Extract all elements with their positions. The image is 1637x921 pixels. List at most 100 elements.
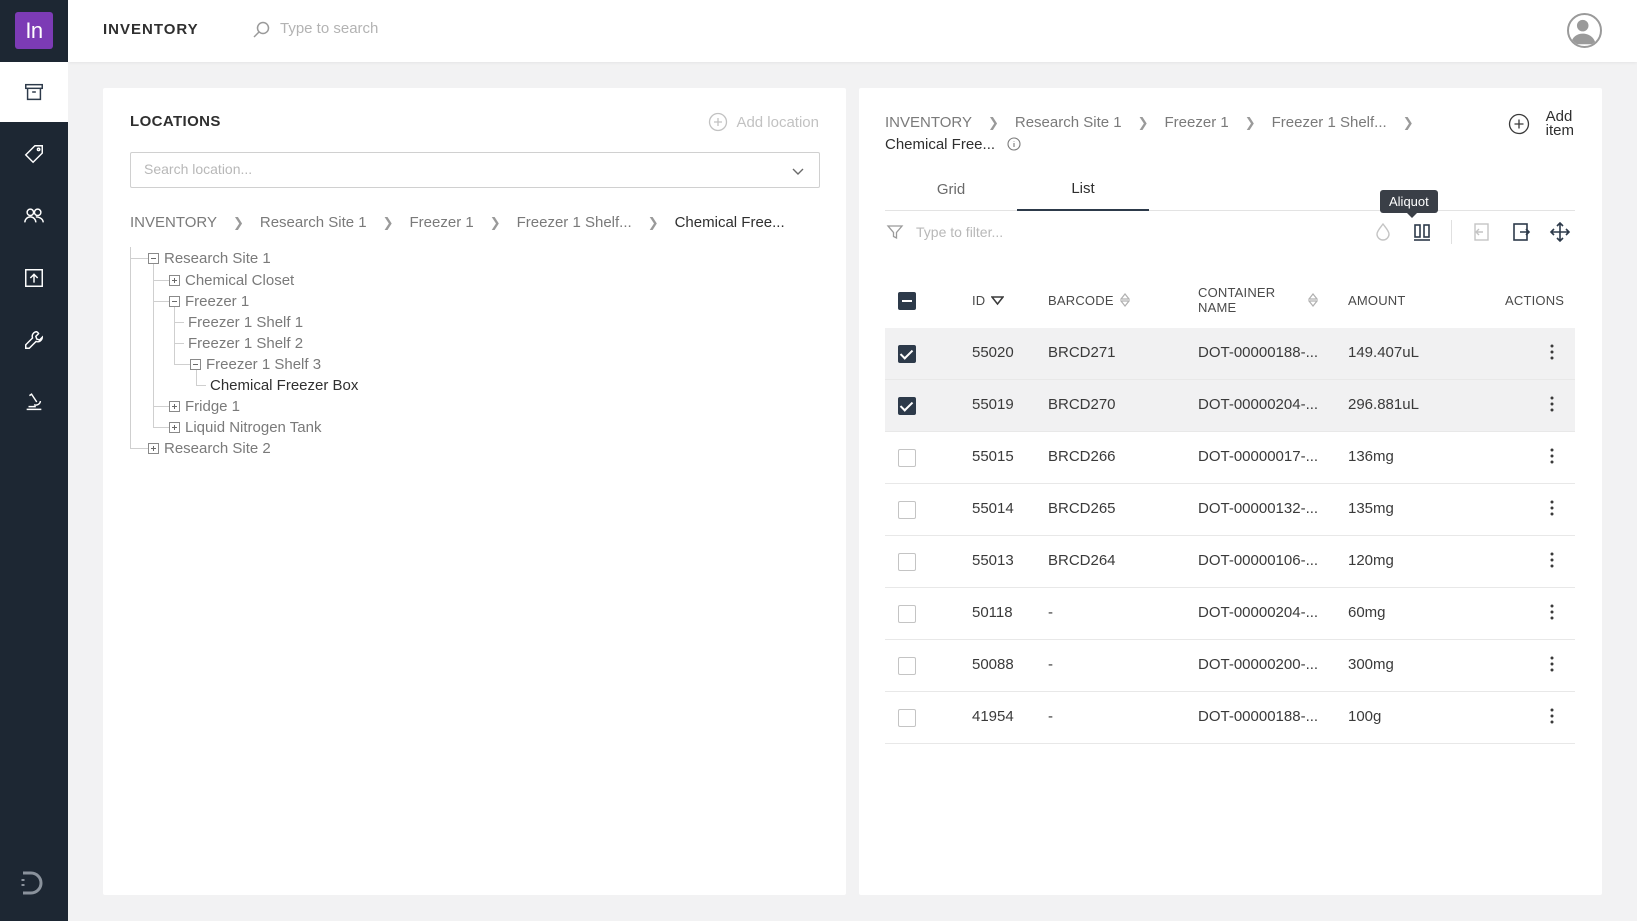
check-in-icon[interactable] — [1470, 221, 1492, 243]
cell-id: 50118 — [972, 604, 1013, 621]
app-logo[interactable]: In — [15, 12, 53, 49]
plus-circle-icon — [709, 112, 728, 132]
tree-node-selected[interactable]: Chemical Freezer Box — [210, 374, 358, 396]
row-checkbox[interactable] — [898, 449, 916, 467]
add-location-label: Add location — [736, 113, 819, 131]
column-barcode-label: BARCODE — [1048, 292, 1114, 308]
more-vertical-icon[interactable] — [1549, 654, 1555, 674]
cell-id: 55014 — [972, 500, 1014, 517]
sort-icon[interactable] — [1308, 293, 1318, 307]
rail-item-lab[interactable] — [0, 372, 68, 432]
column-id[interactable]: ID — [972, 272, 1005, 328]
user-icon — [1570, 19, 1596, 45]
expand-icon[interactable] — [148, 442, 159, 454]
table-row[interactable]: 55020 BRCD271 DOT-00000188-... 149.407uL — [885, 328, 1575, 380]
location-search[interactable] — [130, 152, 820, 188]
select-all-checkbox[interactable] — [898, 292, 916, 310]
breadcrumb-separator-icon: ❯ — [1402, 115, 1414, 130]
breadcrumb-item[interactable]: INVENTORY — [130, 214, 217, 231]
cell-amount: 296.881uL — [1348, 396, 1419, 413]
aliquot-icon[interactable] — [1411, 221, 1433, 243]
breadcrumb-item[interactable]: Freezer 1 Shelf... — [1272, 114, 1387, 131]
breadcrumb-item[interactable]: Research Site 1 — [260, 214, 367, 231]
collapse-icon[interactable] — [169, 295, 180, 307]
row-checkbox[interactable] — [898, 345, 916, 363]
breadcrumb-item[interactable]: Freezer 1 Shelf... — [517, 214, 632, 231]
tree-node[interactable]: Freezer 1 Shelf 2 — [188, 332, 303, 354]
row-checkbox[interactable] — [898, 501, 916, 519]
add-item-label-line2: item — [1545, 122, 1574, 139]
sort-desc-icon[interactable] — [991, 293, 1005, 307]
move-icon[interactable] — [1549, 221, 1571, 243]
column-id-label: ID — [972, 292, 986, 308]
more-vertical-icon[interactable] — [1549, 342, 1555, 362]
more-vertical-icon[interactable] — [1549, 498, 1555, 518]
cell-barcode: BRCD264 — [1048, 552, 1116, 569]
column-container-name[interactable]: CONTAINER NAME — [1198, 272, 1275, 328]
tree-node[interactable]: Freezer 1 Shelf 1 — [188, 311, 303, 333]
app-title: INVENTORY — [103, 21, 199, 38]
table-row[interactable]: 55015 BRCD266 DOT-00000017-... 136mg — [885, 432, 1575, 484]
tree-node[interactable]: Research Site 1 — [148, 247, 271, 269]
tree-node[interactable]: Freezer 1 Shelf 3 — [190, 353, 321, 375]
global-search-input[interactable] — [280, 20, 580, 37]
rail-item-upload[interactable] — [0, 248, 68, 308]
table-row[interactable]: 50118 - DOT-00000204-... 60mg — [885, 588, 1575, 640]
more-vertical-icon[interactable] — [1549, 446, 1555, 466]
expand-icon[interactable] — [169, 421, 180, 433]
table-row[interactable]: 55019 BRCD270 DOT-00000204-... 296.881uL — [885, 380, 1575, 432]
locations-breadcrumb: INVENTORY ❯ Research Site 1 ❯ Freezer 1 ❯ F… — [130, 214, 785, 231]
breadcrumb-item[interactable]: Freezer 1 — [1165, 114, 1229, 131]
cell-amount: 135mg — [1348, 500, 1394, 517]
sort-icon[interactable] — [1119, 293, 1130, 307]
collapse-icon[interactable] — [148, 252, 159, 264]
chevron-down-icon[interactable] — [791, 164, 805, 178]
tree-node[interactable]: Fridge 1 — [169, 395, 240, 417]
table-row[interactable]: 55013 BRCD264 DOT-00000106-... 120mg — [885, 536, 1575, 588]
add-location-button[interactable]: Add location — [708, 112, 819, 132]
column-barcode[interactable]: BARCODE — [1048, 272, 1130, 328]
row-checkbox[interactable] — [898, 605, 916, 623]
tree-node-label: Freezer 1 Shelf 2 — [188, 334, 304, 352]
rail-item-tools[interactable] — [0, 310, 68, 370]
row-checkbox[interactable] — [898, 397, 916, 415]
check-out-icon[interactable] — [1510, 221, 1532, 243]
user-avatar[interactable] — [1567, 13, 1602, 48]
more-vertical-icon[interactable] — [1549, 394, 1555, 414]
row-checkbox[interactable] — [898, 657, 916, 675]
breadcrumb-separator-icon: ❯ — [232, 214, 244, 230]
expand-icon[interactable] — [169, 400, 180, 412]
aliquot-tooltip: Aliquot — [1380, 190, 1438, 218]
collapse-icon[interactable] — [190, 358, 201, 370]
table-row[interactable]: 55014 BRCD265 DOT-00000132-... 135mg — [885, 484, 1575, 536]
more-vertical-icon[interactable] — [1549, 706, 1555, 726]
table-row[interactable]: 50088 - DOT-00000200-... 300mg — [885, 640, 1575, 692]
breadcrumb-item[interactable]: Research Site 1 — [1015, 114, 1122, 131]
tree-node[interactable]: Freezer 1 — [169, 290, 249, 312]
table-row[interactable]: 41954 - DOT-00000188-... 100g — [885, 692, 1575, 744]
tree-node[interactable]: Chemical Closet — [169, 269, 294, 291]
rail-item-users[interactable] — [0, 186, 68, 246]
tab-list[interactable]: List — [1017, 168, 1149, 211]
tag-icon — [24, 145, 43, 164]
more-vertical-icon[interactable] — [1549, 602, 1555, 622]
rail-item-tags[interactable] — [0, 124, 68, 184]
rail-item-inventory[interactable] — [0, 62, 68, 122]
breadcrumb-item[interactable]: Freezer 1 — [410, 214, 474, 231]
row-checkbox[interactable] — [898, 709, 916, 727]
row-checkbox[interactable] — [898, 553, 916, 571]
tree-node[interactable]: Research Site 2 — [148, 437, 271, 459]
tree-node[interactable]: Liquid Nitrogen Tank — [169, 416, 321, 438]
filter-input[interactable] — [916, 224, 1216, 240]
location-search-input[interactable] — [144, 161, 744, 177]
tree-node-label: Chemical Freezer Box — [210, 376, 359, 394]
drop-icon[interactable] — [1372, 221, 1394, 243]
more-vertical-icon[interactable] — [1549, 550, 1555, 570]
tab-grid[interactable]: Grid — [885, 168, 1017, 211]
breadcrumb-separator-icon: ❯ — [647, 214, 659, 230]
cell-amount: 149.407uL — [1348, 344, 1419, 361]
add-item-button[interactable]: Add item — [1508, 109, 1574, 139]
breadcrumb-item[interactable]: INVENTORY — [885, 114, 972, 131]
info-icon[interactable] — [1007, 137, 1021, 151]
expand-icon[interactable] — [169, 274, 180, 286]
